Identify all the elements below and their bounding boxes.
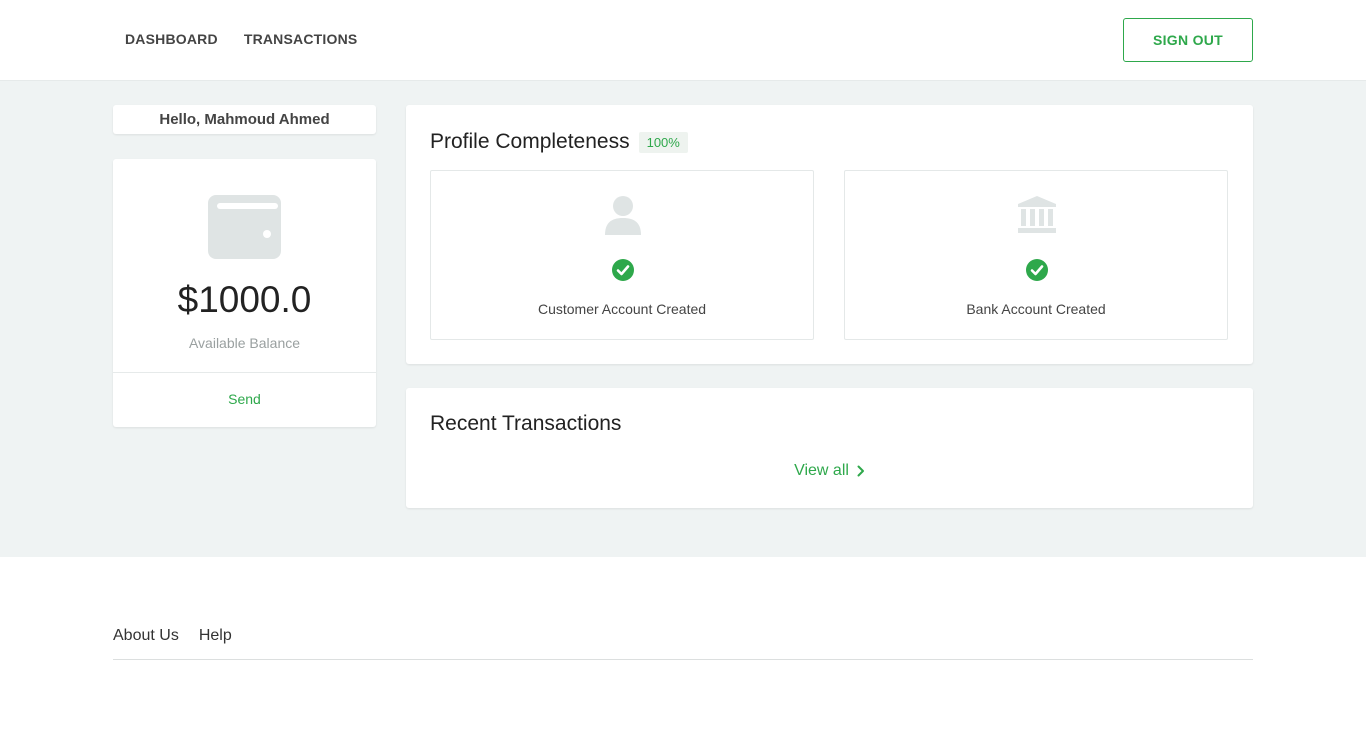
bank-account-box: Bank Account Created xyxy=(844,170,1228,340)
wallet-divider xyxy=(113,372,376,373)
balance-label: Available Balance xyxy=(188,335,301,351)
footer-links: About Us Help xyxy=(113,627,232,645)
wallet-icon xyxy=(208,195,281,259)
balance-amount: $1000.0 xyxy=(177,279,312,320)
bank-icon xyxy=(1018,196,1056,233)
wallet-card: $1000.0 Available Balance Send xyxy=(113,159,376,427)
profile-title: Profile Completeness xyxy=(430,130,630,153)
nav-dashboard-link[interactable]: DASHBOARD xyxy=(125,31,218,47)
sign-out-button[interactable]: SIGN OUT xyxy=(1123,18,1253,62)
recent-transactions-card: Recent Transactions View all xyxy=(406,388,1253,508)
chevron-right-icon xyxy=(857,465,864,477)
view-all-label: View all xyxy=(794,462,849,479)
footer-help-link[interactable]: Help xyxy=(199,627,232,645)
customer-account-label: Customer Account Created xyxy=(537,301,707,317)
bank-account-label: Bank Account Created xyxy=(966,301,1106,317)
top-navbar: DASHBOARD TRANSACTIONS SIGN OUT xyxy=(0,0,1366,81)
user-icon xyxy=(605,196,641,235)
footer-divider xyxy=(113,659,1253,660)
nav-transactions-link[interactable]: TRANSACTIONS xyxy=(244,31,358,47)
completeness-badge: 100% xyxy=(638,131,688,153)
view-all-link[interactable]: View all xyxy=(406,462,1253,480)
send-button[interactable]: Send xyxy=(113,391,376,407)
check-circle-icon xyxy=(1026,259,1048,281)
main-nav: DASHBOARD TRANSACTIONS xyxy=(125,31,357,47)
footer-about-us-link[interactable]: About Us xyxy=(113,627,179,645)
profile-completeness-card: Profile Completeness 100% Customer Accou… xyxy=(406,105,1253,364)
profile-title-row: Profile Completeness 100% xyxy=(430,130,688,154)
dashboard-main: Hello, Mahmoud Ahmed $1000.0 Available B… xyxy=(0,81,1366,557)
greeting-text: Hello, Mahmoud Ahmed xyxy=(159,111,330,128)
customer-account-box: Customer Account Created xyxy=(430,170,814,340)
greeting-card: Hello, Mahmoud Ahmed xyxy=(113,105,376,134)
recent-transactions-title: Recent Transactions xyxy=(430,412,622,435)
check-circle-icon xyxy=(612,259,634,281)
